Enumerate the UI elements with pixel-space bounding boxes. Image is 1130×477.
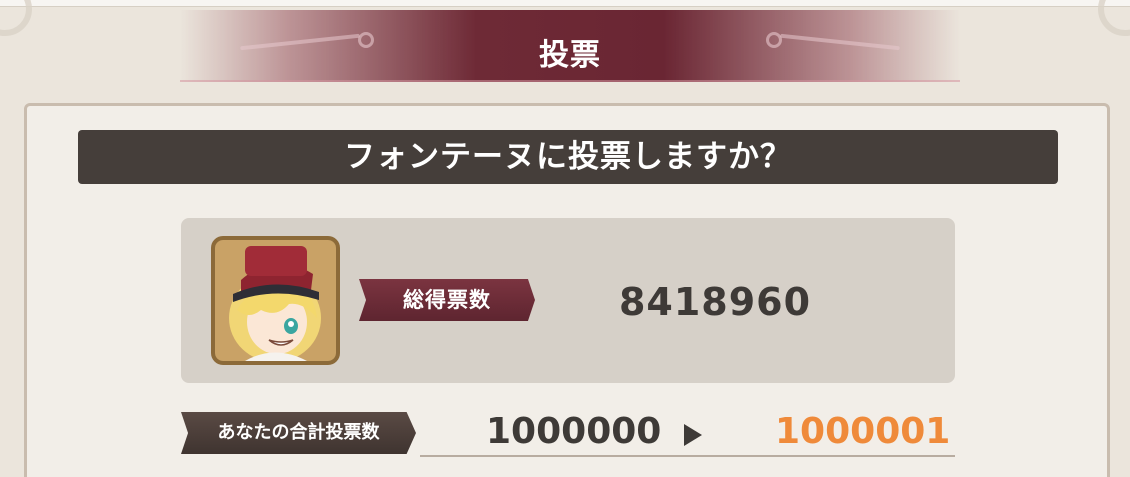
- votes-underline: [420, 455, 955, 457]
- total-votes-label: 総得票数: [359, 279, 535, 321]
- my-votes-next: 1000001: [775, 411, 951, 452]
- my-total-votes-label: あなたの合計投票数: [181, 412, 416, 454]
- question-text: フォンテーヌに投票しますか？: [78, 130, 1058, 184]
- total-votes-value: 8418960: [618, 280, 812, 324]
- my-votes-current: 1000000: [486, 411, 662, 452]
- dialog-title: 投票: [539, 38, 601, 73]
- gear-icon: [0, 0, 32, 36]
- play-arrow-icon: [684, 424, 702, 446]
- vote-dialog: 投票 フォンテーヌに投票しますか？ 総得票数 8418960 あなたの合計投票数…: [0, 0, 1130, 477]
- title-banner: 投票: [180, 10, 960, 82]
- top-border: [0, 0, 1130, 7]
- gear-icon: [1098, 0, 1130, 36]
- character-portrait-icon: [211, 236, 340, 365]
